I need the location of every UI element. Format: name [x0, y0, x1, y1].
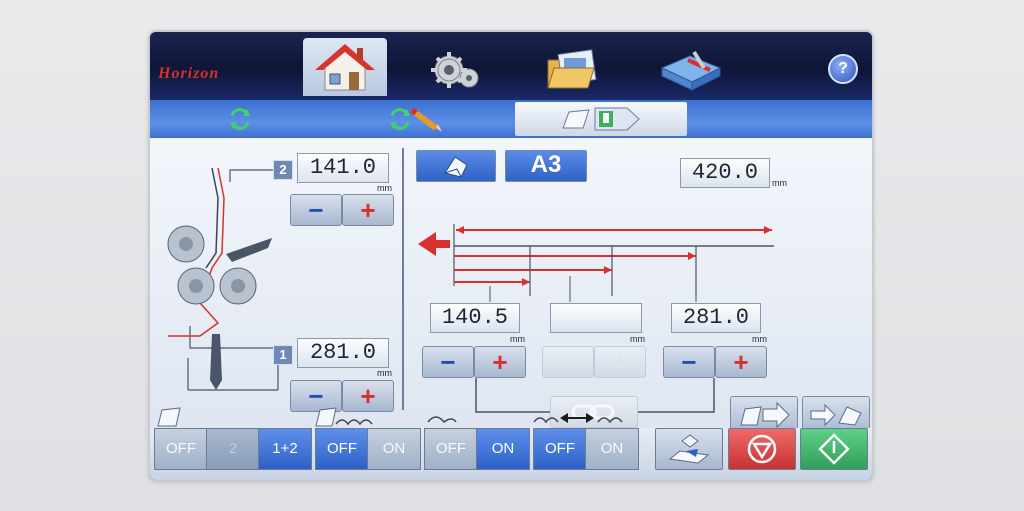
fold-2-index: 2: [273, 160, 293, 180]
fold-2-unit: mm: [377, 183, 392, 193]
double-wave-off-button[interactable]: OFF: [533, 428, 587, 470]
bottom-toolbar: OFF 2 1+2 OFF ON OFF ON OFF ON: [150, 428, 872, 480]
fold-position-b-unit: mm: [630, 334, 645, 344]
fold-position-b-value[interactable]: [550, 303, 642, 333]
sheet-wave-icon: [315, 407, 373, 427]
start-icon: [818, 433, 850, 465]
sheet-eject-icon: [668, 434, 710, 464]
tab-tools[interactable]: [648, 38, 732, 96]
sheet-icon: [157, 407, 181, 427]
fold-1-unit: mm: [377, 368, 392, 378]
brand-logo: Horizon: [158, 65, 220, 82]
sub-toolbar: [150, 100, 872, 138]
fold-mode-off-button[interactable]: OFF: [154, 428, 208, 470]
panel-divider: [402, 148, 404, 410]
feed-mode-button[interactable]: [515, 102, 687, 136]
feed-direction-arrow-icon: [418, 232, 450, 256]
sheet-wave-off-button[interactable]: OFF: [315, 428, 369, 470]
fold-1-value[interactable]: 281.0: [297, 338, 389, 368]
wave-double-arrow-icon: [533, 413, 623, 424]
paper-size-button[interactable]: A3: [505, 150, 587, 182]
fold-2-value[interactable]: 141.0: [297, 153, 389, 183]
gears-icon: [431, 52, 479, 88]
fold-position-diagram: [418, 224, 774, 302]
fold-position-c-plus-button[interactable]: +: [715, 346, 767, 378]
fold-position-c-unit: mm: [752, 334, 767, 344]
folder-files-icon: [547, 49, 597, 89]
fold-position-c-value[interactable]: 281.0: [671, 303, 761, 333]
refresh-icon: [230, 108, 250, 130]
refresh-pencil-icon: [390, 107, 442, 132]
fold-2-plus-button[interactable]: +: [342, 194, 394, 226]
stop-button[interactable]: [728, 428, 796, 470]
fold-mode-2-button[interactable]: 2: [206, 428, 260, 470]
envelope-type-button[interactable]: [416, 150, 496, 182]
envelope-icon: [444, 156, 468, 178]
refresh-edit-button[interactable]: [386, 102, 456, 136]
refresh-button[interactable]: [220, 102, 260, 136]
toolbox-icon: [660, 50, 722, 91]
fold-roller-diagram: [167, 167, 279, 391]
fold-2-minus-button[interactable]: −: [290, 194, 342, 226]
house-icon: [315, 44, 375, 91]
fold-mode-1plus2-button[interactable]: 1+2: [258, 428, 312, 470]
wave-off-button[interactable]: OFF: [424, 428, 478, 470]
sheet-length-value[interactable]: 420.0: [680, 158, 770, 188]
start-button[interactable]: [800, 428, 868, 470]
fold-position-a-minus-button[interactable]: −: [422, 346, 474, 378]
single-wave-icon: [427, 416, 457, 424]
stop-icon: [747, 434, 777, 464]
bottom-group-icons: [157, 407, 623, 427]
sheet-length-unit: mm: [772, 178, 787, 188]
wave-on-button[interactable]: ON: [476, 428, 530, 470]
fold-position-c-minus-button[interactable]: −: [663, 346, 715, 378]
fold-1-index: 1: [273, 345, 293, 365]
top-navigation-bar: Horizon ?: [150, 32, 872, 100]
tab-settings[interactable]: [413, 38, 497, 96]
fold-position-a-plus-button[interactable]: +: [474, 346, 526, 378]
tab-home[interactable]: [303, 38, 387, 96]
fold-position-a-unit: mm: [510, 334, 525, 344]
fold-position-b-plus-button[interactable]: +: [594, 346, 646, 378]
tab-jobs[interactable]: [530, 38, 614, 96]
fold-position-b-minus-button[interactable]: −: [542, 346, 594, 378]
folder-hand-arrow-icon: [562, 107, 640, 131]
double-wave-on-button[interactable]: ON: [585, 428, 639, 470]
main-panel: 2 141.0 mm − + 1 281.0 mm − + A3 420.0 m…: [150, 138, 872, 434]
fold-position-a-value[interactable]: 140.5: [430, 303, 520, 333]
help-button[interactable]: ?: [828, 54, 858, 84]
sheet-eject-button[interactable]: [655, 428, 723, 470]
sheet-wave-on-button[interactable]: ON: [367, 428, 421, 470]
touch-screen: Horizon ? 2 141.0 mm − + 1 281.0 mm − + …: [150, 32, 872, 480]
